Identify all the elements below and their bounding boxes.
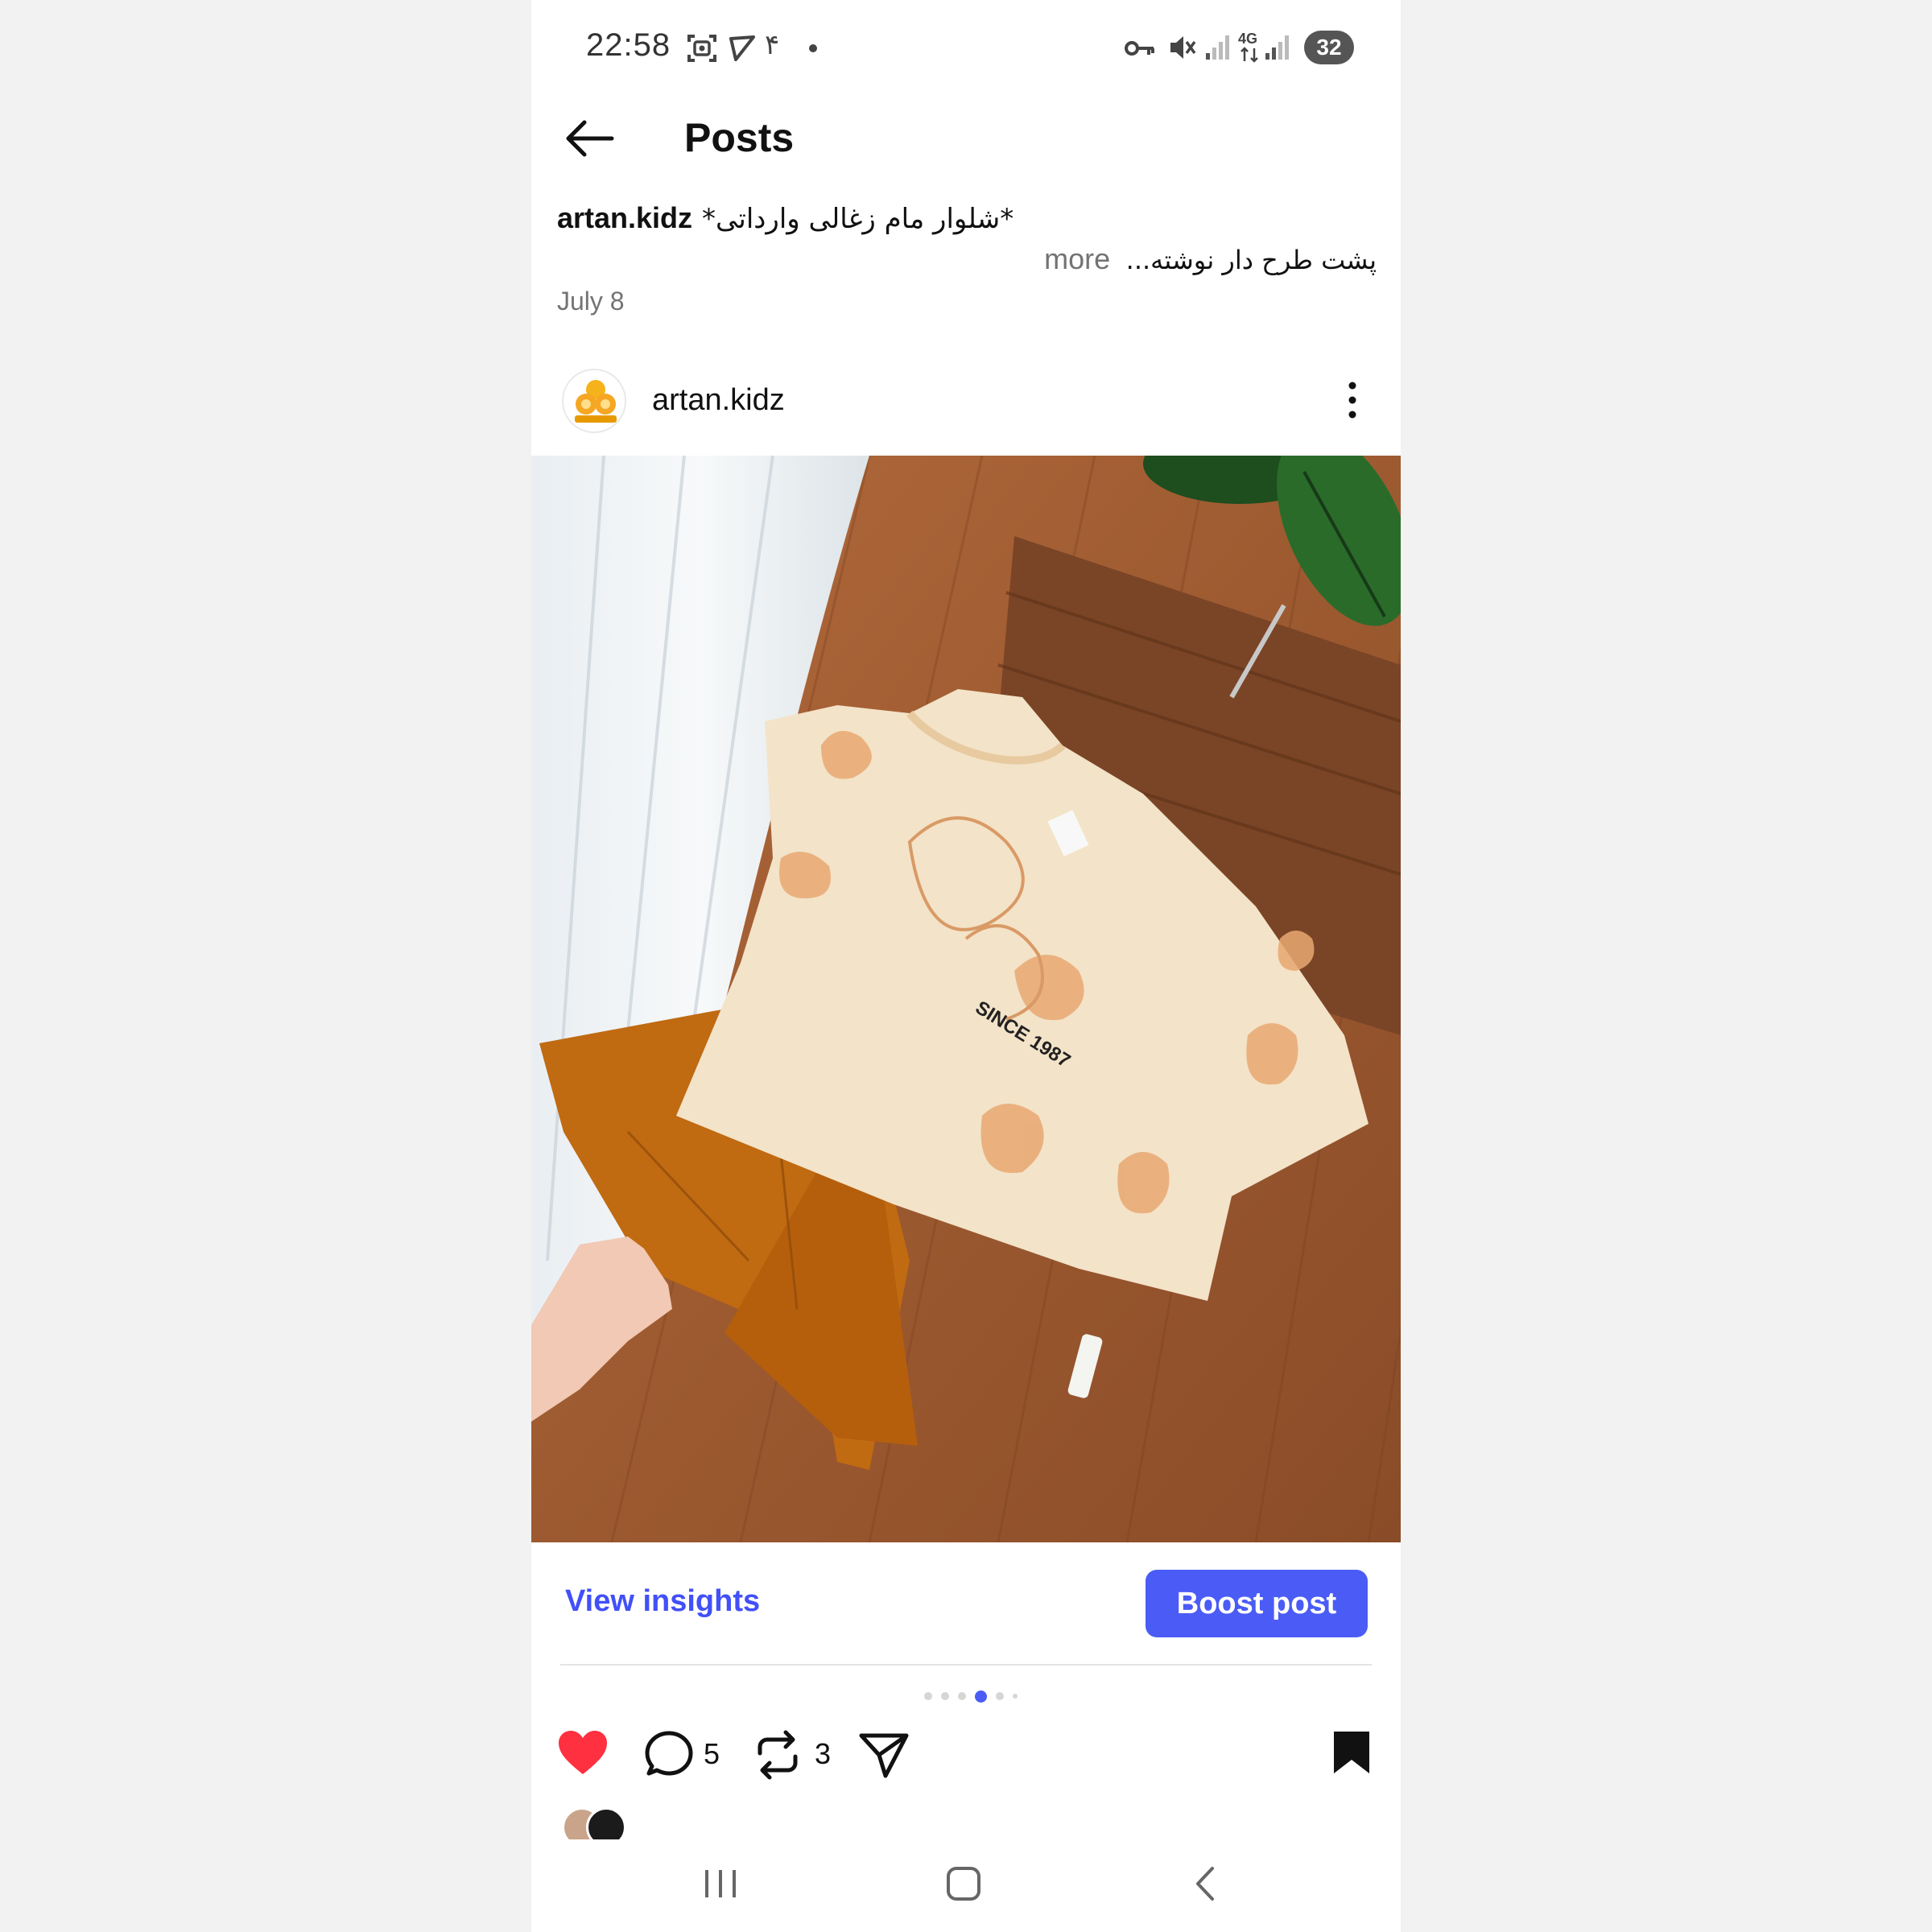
more-link[interactable]: more — [1044, 242, 1110, 275]
post-date: July 8 — [557, 287, 625, 316]
location-arrow-icon — [729, 35, 755, 61]
liker-avatars[interactable] — [562, 1807, 626, 1839]
screenshot-icon — [687, 35, 716, 62]
divider — [560, 1664, 1372, 1666]
carousel-dot — [975, 1690, 987, 1703]
carousel-indicator — [924, 1688, 1018, 1704]
carousel-dot — [941, 1692, 949, 1700]
post-header: artan.kidz — [531, 362, 1401, 451]
signal-bars-2-icon — [1265, 35, 1289, 60]
caption-text-2: پشت طرح دار نوشته... — [1125, 245, 1377, 275]
comment-icon[interactable] — [644, 1729, 696, 1779]
carousel-dot — [1013, 1694, 1018, 1699]
liker-avatar — [586, 1807, 626, 1839]
status-time: 22:58 — [586, 27, 671, 63]
caption-username[interactable]: artan.kidz — [557, 197, 692, 239]
caption-line-2: more پشت طرح دار نوشته... — [557, 238, 1377, 281]
mute-icon — [1170, 36, 1196, 59]
share-send-icon[interactable] — [858, 1729, 910, 1781]
signal-bars-1-icon — [1206, 35, 1229, 60]
post-caption: artan.kidz *شلوار مام زغالی وارداتی* mor… — [557, 197, 1377, 281]
like-heart-icon[interactable] — [557, 1729, 609, 1777]
reposts-count: 3 — [815, 1737, 832, 1770]
author-username[interactable]: artan.kidz — [652, 383, 785, 418]
post-photo-illustration: SINCE 1987 — [531, 456, 1401, 1542]
comments-count: 5 — [704, 1737, 720, 1770]
caption-text-1: *شلوار مام زغالی وارداتی* — [702, 203, 1014, 235]
system-nav-bar — [531, 1839, 1401, 1932]
home-icon[interactable] — [945, 1865, 982, 1902]
battery-indicator: 32 — [1304, 31, 1354, 64]
status-persian-digit: ۴ — [765, 30, 780, 60]
post-image[interactable]: SINCE 1987 — [531, 456, 1401, 1542]
vpn-key-icon — [1125, 41, 1154, 56]
phone-screen: 22:58 ۴ 4G 32 Posts artan.kidz *شلوار ما… — [531, 0, 1401, 1932]
back-nav-icon[interactable] — [1188, 1865, 1225, 1902]
caption-line-1: artan.kidz *شلوار مام زغالی وارداتی* — [557, 197, 1377, 240]
author-avatar[interactable] — [562, 369, 626, 433]
recent-apps-icon[interactable] — [702, 1865, 739, 1902]
bookmark-icon[interactable] — [1331, 1729, 1372, 1776]
back-arrow-icon[interactable] — [562, 114, 618, 163]
view-insights-link[interactable]: View insights — [565, 1584, 760, 1619]
page-title: Posts — [684, 115, 795, 160]
boost-post-button[interactable]: Boost post — [1146, 1570, 1368, 1637]
carousel-dot — [958, 1692, 966, 1700]
network-4g-label: 4G — [1238, 31, 1258, 47]
data-arrows-icon — [1241, 47, 1258, 63]
carousel-dot — [924, 1692, 932, 1700]
status-bar: 22:58 ۴ 4G 32 — [531, 0, 1401, 97]
repost-icon[interactable] — [753, 1729, 802, 1781]
carousel-dot — [996, 1692, 1004, 1700]
notification-dot — [809, 44, 817, 52]
avatar-logo-icon — [564, 370, 625, 431]
more-options-icon[interactable] — [1344, 380, 1360, 420]
page-header: Posts — [531, 97, 1401, 185]
